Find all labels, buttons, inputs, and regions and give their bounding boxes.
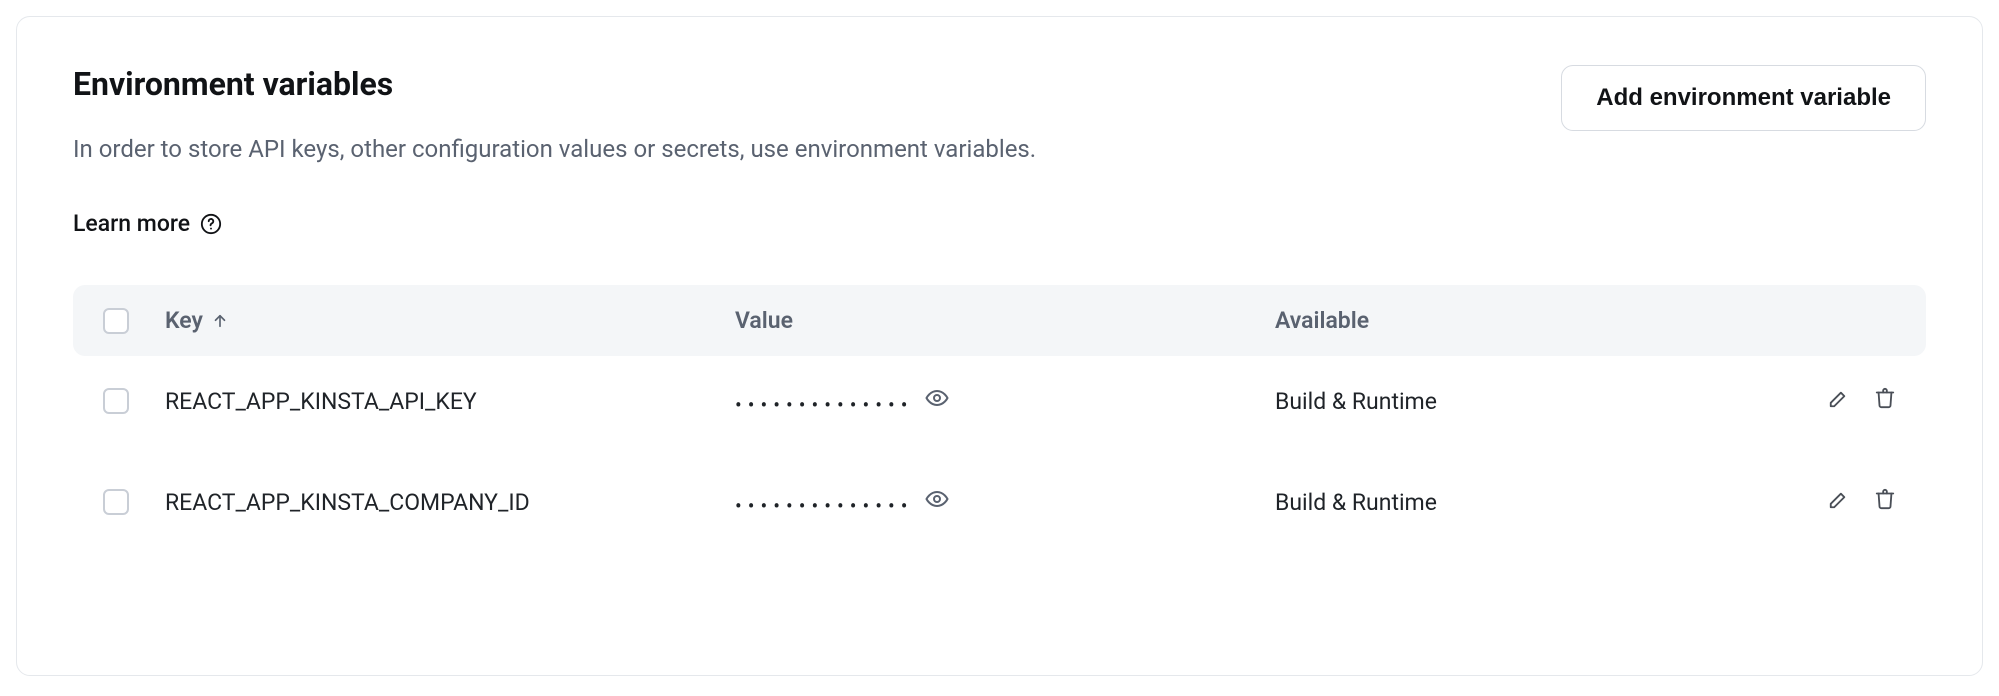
help-circle-icon	[200, 213, 222, 235]
section-title: Environment variables	[73, 65, 393, 103]
trash-icon	[1874, 488, 1896, 516]
section-header-left: Environment variables	[73, 65, 393, 127]
header-key-label: Key	[165, 307, 203, 334]
env-var-value-masked: ••••••••••••••	[735, 496, 913, 516]
env-var-available: Build & Runtime	[1275, 388, 1437, 415]
table-row: REACT_APP_KINSTA_COMPANY_ID ••••••••••••…	[73, 456, 1926, 547]
row-select-checkbox[interactable]	[103, 489, 129, 515]
table-row: REACT_APP_KINSTA_API_KEY ••••••••••••••	[73, 356, 1926, 446]
edit-button[interactable]	[1828, 488, 1850, 516]
header-key[interactable]: Key	[165, 307, 735, 334]
reveal-value-button[interactable]	[925, 386, 949, 416]
section-header-row: Environment variables Add environment va…	[73, 65, 1926, 131]
section-description: In order to store API keys, other config…	[73, 131, 1073, 168]
select-all-checkbox[interactable]	[103, 308, 129, 334]
pencil-icon	[1828, 387, 1850, 415]
header-value-label: Value	[735, 307, 793, 334]
environment-variables-card: Environment variables Add environment va…	[16, 16, 1983, 676]
env-var-available: Build & Runtime	[1275, 489, 1437, 516]
eye-icon	[925, 386, 949, 416]
delete-button[interactable]	[1874, 488, 1896, 516]
row-select-checkbox[interactable]	[103, 388, 129, 414]
header-available: Available	[1275, 307, 1786, 334]
env-var-key: REACT_APP_KINSTA_API_KEY	[165, 388, 477, 415]
add-environment-variable-button[interactable]: Add environment variable	[1561, 65, 1926, 131]
header-value: Value	[735, 307, 1275, 334]
header-select-all	[103, 308, 165, 334]
delete-button[interactable]	[1874, 387, 1896, 415]
env-var-value-masked: ••••••••••••••	[735, 395, 913, 415]
trash-icon	[1874, 387, 1896, 415]
environment-variables-panel: Environment variables Add environment va…	[0, 0, 1999, 696]
header-available-label: Available	[1275, 307, 1369, 334]
pencil-icon	[1828, 488, 1850, 516]
env-var-key: REACT_APP_KINSTA_COMPANY_ID	[165, 489, 530, 516]
env-vars-table: Key Value Available	[73, 285, 1926, 547]
arrow-up-icon	[211, 312, 229, 330]
learn-more-link[interactable]: Learn more	[73, 210, 222, 237]
learn-more-label: Learn more	[73, 210, 190, 237]
reveal-value-button[interactable]	[925, 487, 949, 517]
edit-button[interactable]	[1828, 387, 1850, 415]
eye-icon	[925, 487, 949, 517]
env-vars-table-header: Key Value Available	[73, 285, 1926, 356]
